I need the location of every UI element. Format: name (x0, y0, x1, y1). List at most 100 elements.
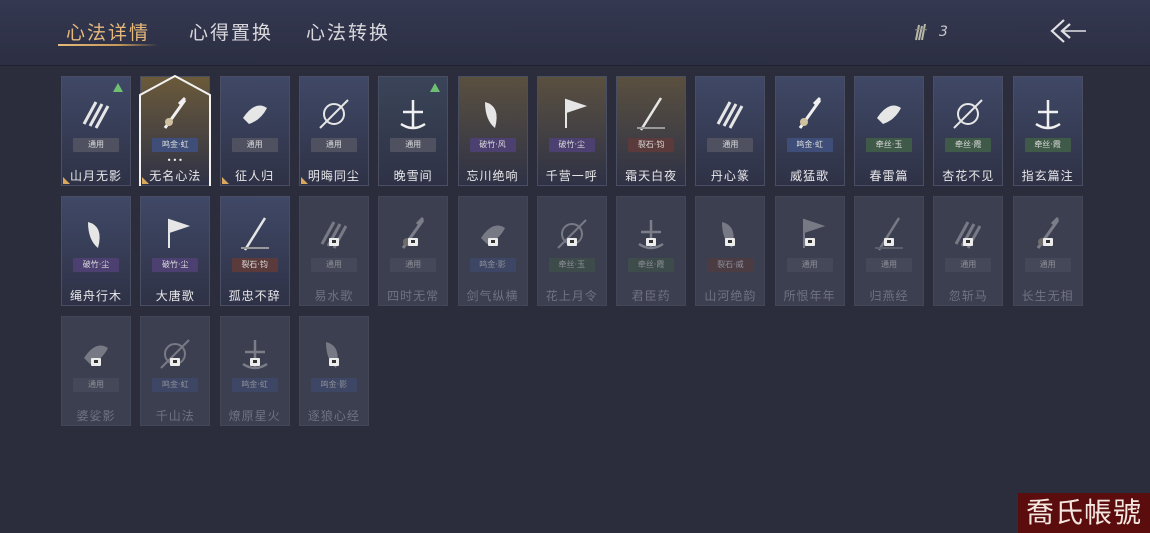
school-badge: 裂石·钧 (628, 138, 675, 152)
school-badge: 牵丝·霞 (628, 258, 675, 272)
xinfa-card[interactable]: 通用 婆娑影 (61, 316, 131, 426)
school-badge: 裂石·钧 (231, 258, 278, 272)
card-name: 千山法 (155, 409, 195, 423)
xinfa-card[interactable]: 鸣金·虹 ••• 无名心法 (139, 75, 212, 186)
upgrade-arrow-icon (113, 83, 123, 92)
xinfa-card[interactable]: 牵丝·玉 春雷篇 (854, 76, 924, 186)
xinfa-card[interactable]: 裂石·威山河绝韵 (695, 196, 766, 306)
school-badge: 鸣金·影 (310, 378, 357, 392)
xinfa-card[interactable]: 鸣金·虹 威猛歌 (774, 76, 845, 186)
xinfa-card[interactable]: 牵丝·霞 指玄篇注 (1012, 76, 1083, 186)
school-badge: 通用 (945, 258, 992, 272)
tab-xinfa-details[interactable]: 心法详情 (66, 18, 150, 45)
xinfa-card[interactable]: 破竹·尘 绳舟行木 (61, 196, 131, 306)
lock-icon (408, 238, 419, 246)
xinfa-card[interactable]: 破竹·尘千营一呼 (536, 76, 607, 186)
xinfa-card[interactable]: 牵丝·霞杏花不见 (933, 76, 1004, 186)
card-name: 威猛歌 (790, 169, 830, 183)
xinfa-card[interactable]: 破竹·尘 大唐歌 (140, 196, 211, 306)
card-name: 山月无影 (69, 169, 122, 183)
raven-icon (242, 105, 267, 124)
xinfa-card[interactable]: 通用 忽斩马 (933, 196, 1004, 306)
xinfa-card[interactable]: 鸣金·虹 千山法 (140, 316, 211, 426)
school-badge: 通用 (390, 138, 437, 152)
card-name: 春雷篇 (869, 169, 909, 183)
school-badge: 通用 (707, 138, 754, 152)
xinfa-card[interactable]: 鸣金·影 逐狼心经 (298, 316, 369, 426)
xinfa-card[interactable]: 牵丝·霞 君臣药 (616, 196, 687, 306)
equipped-corner-icon (142, 177, 150, 184)
more-dots: ••• (166, 156, 184, 165)
card-name: 无名心法 (149, 169, 202, 183)
school-badge: 通用 (231, 138, 278, 152)
cross-anchor-icon (400, 100, 426, 130)
card-name: 大唐歌 (155, 289, 195, 303)
moon-icon (557, 219, 587, 249)
xinfa-card[interactable]: 破竹·风 忘川绝响 (457, 76, 528, 186)
old-tree-icon (88, 222, 100, 248)
xinfa-card[interactable]: 裂石·钧孤忠不辞 (219, 196, 290, 306)
swallow-icon (875, 217, 903, 251)
card-name: 明晦同尘 (307, 169, 360, 183)
school-badge: 通用 (310, 258, 357, 272)
school-badge: 通用 (73, 378, 119, 392)
lock-icon (328, 238, 339, 246)
xinfa-card[interactable]: 通用 四时无常 (378, 196, 449, 306)
school-badge: 牵丝·玉 (548, 258, 595, 272)
back-arrow-icon (1050, 19, 1086, 43)
peaks-icon (160, 339, 191, 369)
school-badge: 牵丝·霞 (1024, 138, 1071, 152)
card-name: 忘川绝响 (466, 169, 519, 183)
xinfa-card[interactable]: 通用 长生无相 (1012, 196, 1083, 306)
feather-icon (914, 23, 928, 41)
xinfa-card[interactable]: 通用 晚雪间 (378, 76, 449, 186)
praying-hands-icon (798, 96, 821, 129)
xinfa-card[interactable]: 通用 山月无影 (61, 76, 131, 186)
card-name: 孤忠不辞 (228, 289, 281, 303)
equipped-corner-icon (300, 177, 308, 184)
currency-display: 3 (913, 22, 948, 42)
xinfa-card[interactable]: 通用 所恨年年 (774, 196, 845, 306)
lock-icon (328, 358, 339, 366)
apricot-blossom-icon (953, 99, 984, 129)
back-button[interactable] (1048, 16, 1088, 46)
card-name: 花上月令 (545, 289, 598, 303)
cloud-icon (802, 218, 825, 248)
school-badge: 通用 (866, 258, 912, 272)
xinfa-card[interactable]: 通用 易水歌 (298, 196, 369, 306)
currency-count: 3 (939, 24, 948, 40)
xinfa-card[interactable]: 通用 征人归 (219, 76, 290, 186)
card-name: 征人归 (235, 169, 275, 183)
school-badge: 通用 (390, 258, 437, 272)
xinfa-card[interactable]: 通用 丹心篆 (695, 76, 766, 186)
school-badge: 通用 (73, 138, 119, 152)
xinfa-card[interactable]: 鸣金·虹 燎原星火 (219, 316, 290, 426)
school-badge: 裂石·威 (707, 258, 754, 272)
card-name: 绳舟行木 (69, 289, 122, 303)
card-name: 山河绝韵 (704, 289, 757, 303)
card-name: 归燕经 (869, 289, 909, 303)
school-badge: 通用 (310, 138, 357, 152)
lock-icon (646, 238, 657, 246)
xinfa-card[interactable]: 鸣金·影 剑气纵横 (457, 196, 528, 306)
card-name: 杏花不见 (942, 169, 995, 183)
wolf-head-icon (325, 342, 338, 368)
lightning-tree-icon (877, 105, 901, 124)
card-name: 剑气纵横 (466, 289, 519, 303)
xinfa-card[interactable]: 通用 归燕经 (854, 196, 924, 306)
card-name: 千营一呼 (545, 169, 598, 183)
tab-insight-exchange[interactable]: 心得置换 (189, 18, 273, 45)
weeping-face-icon (484, 102, 497, 128)
mountain-icon (722, 222, 735, 248)
xinfa-card[interactable]: 通用 明晦同尘 (298, 76, 369, 186)
xinfa-card[interactable]: 裂石·钧霜天白夜 (616, 76, 687, 186)
planted-sword-icon (637, 97, 666, 131)
xinfa-card[interactable]: 牵丝·玉花上月令 (536, 196, 607, 306)
top-bar: 心法详情 心得置换 心法转换 3 (0, 0, 1150, 66)
tab-xinfa-convert[interactable]: 心法转换 (306, 18, 390, 45)
sword-circle-icon (480, 225, 505, 244)
school-badge: 牵丝·霞 (945, 138, 992, 152)
school-badge: 破竹·尘 (548, 138, 595, 152)
lock-icon (725, 238, 736, 246)
card-name: 霜天白夜 (625, 169, 678, 183)
